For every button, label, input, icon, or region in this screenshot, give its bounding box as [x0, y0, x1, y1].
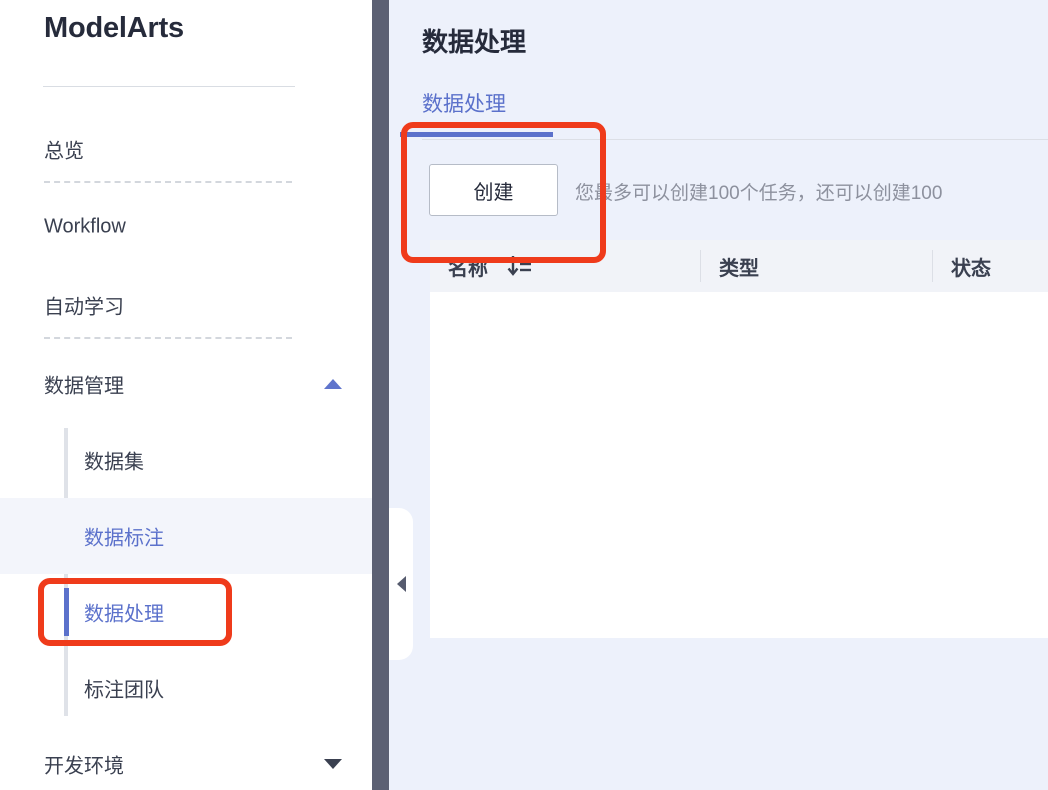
sidebar-collapse-handle[interactable]: [389, 508, 413, 660]
sort-descending-icon[interactable]: [507, 254, 533, 278]
sidebar-item-data-labeling[interactable]: 数据标注: [0, 498, 372, 574]
main-content: 数据处理 数据处理 创建 您最多可以创建100个任务，还可以创建100 名称 类…: [389, 0, 1048, 790]
chevron-left-icon: [396, 576, 406, 592]
create-button[interactable]: 创建: [429, 164, 558, 216]
app-window: ModelArts 总览 Workflow 自动学习 数据管理 数据集 数据标注…: [0, 0, 1048, 790]
sidebar-divider-1: [44, 181, 292, 183]
sidebar: ModelArts 总览 Workflow 自动学习 数据管理 数据集 数据标注…: [0, 0, 372, 790]
sidebar-item-data-management[interactable]: 数据管理: [0, 353, 372, 415]
sidebar-item-workflow[interactable]: Workflow: [0, 196, 372, 258]
tab-data-processing[interactable]: 数据处理: [422, 88, 506, 126]
sidebar-item-label: 数据标注: [84, 527, 164, 550]
table-header-row: 名称 类型 状态: [430, 240, 1048, 292]
brand-divider: [43, 86, 295, 87]
sidebar-divider-2: [44, 337, 292, 339]
sidebar-item-label: 自动学习: [44, 296, 124, 319]
sidebar-item-label: 数据管理: [44, 375, 124, 398]
sidebar-item-labeling-team[interactable]: 标注团队: [0, 650, 372, 726]
sidebar-item-label: Workflow: [44, 215, 126, 238]
chevron-up-icon: [324, 379, 342, 389]
sidebar-item-dev-environment[interactable]: 开发环境: [0, 733, 372, 790]
sidebar-item-data-processing[interactable]: 数据处理: [0, 574, 372, 650]
table-column-divider-1: [700, 250, 701, 282]
sidebar-edge-strip: [372, 0, 389, 790]
sidebar-item-label: 数据集: [84, 451, 144, 474]
chevron-down-icon: [324, 759, 342, 769]
sidebar-item-automl[interactable]: 自动学习: [0, 274, 372, 336]
table-header-name[interactable]: 名称: [448, 240, 488, 292]
sidebar-item-overview[interactable]: 总览: [0, 118, 372, 180]
selected-accent-bar: [64, 588, 69, 636]
table-header-label: 状态: [951, 257, 991, 280]
page-title: 数据处理: [422, 27, 527, 57]
app-brand-title: ModelArts: [44, 12, 184, 44]
table-header-type[interactable]: 类型: [719, 240, 759, 292]
table-body: [430, 292, 1048, 638]
tab-bar-divider: [422, 139, 1048, 140]
sidebar-item-label: 数据处理: [84, 603, 164, 626]
sidebar-item-label: 开发环境: [44, 755, 124, 778]
sidebar-item-label: 总览: [44, 140, 84, 163]
tab-bar: 数据处理: [422, 88, 1048, 126]
table-header-label: 类型: [719, 257, 759, 280]
table-header-label: 名称: [448, 257, 488, 280]
table-header-status[interactable]: 状态: [951, 240, 991, 292]
sidebar-item-datasets[interactable]: 数据集: [0, 422, 372, 498]
table-column-divider-2: [932, 250, 933, 282]
quota-hint-text: 您最多可以创建100个任务，还可以创建100: [575, 183, 943, 204]
sidebar-item-label: 标注团队: [84, 679, 164, 702]
tasks-table: 名称 类型 状态: [430, 240, 1048, 638]
tab-active-underline: [400, 132, 553, 137]
